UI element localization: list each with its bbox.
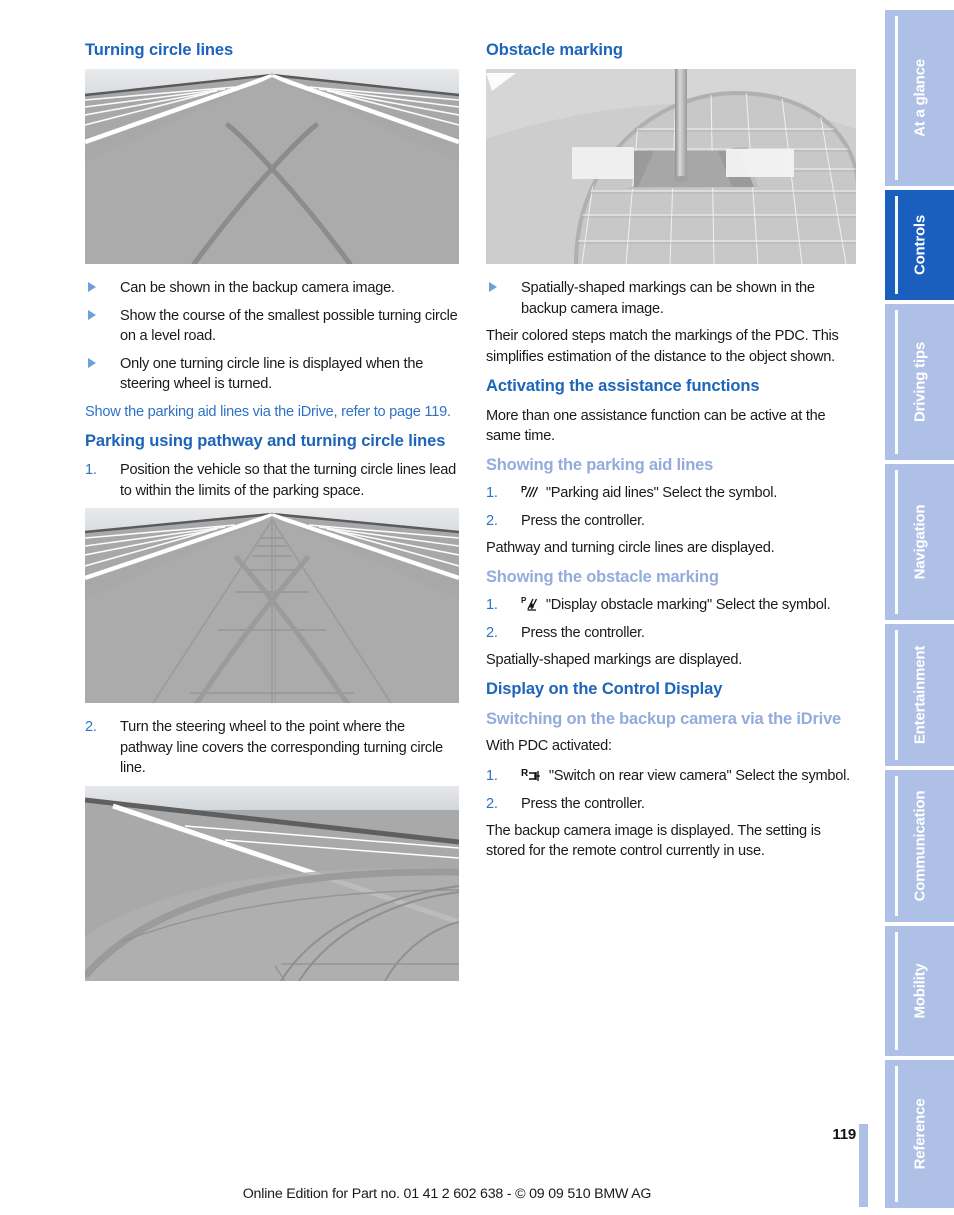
sidebar-item-label: At a glance xyxy=(911,59,928,137)
step-number: 2. xyxy=(486,796,498,813)
parking-aid-lines-symbol-icon: P xyxy=(521,484,539,505)
paragraph-more-than-one: More than one assistance function can be… xyxy=(486,407,826,445)
list-item: 2. Turn the steering wheel to the point … xyxy=(85,717,459,778)
parking-aid-steps: 1. P "Parking aid lines" Select the symb… xyxy=(486,483,860,532)
tab-edge-marker xyxy=(895,310,898,454)
sidebar-item-label: Entertainment xyxy=(911,645,928,745)
list-item: 2. Press the controller. xyxy=(486,511,860,531)
list-item: Can be shown in the backup camera image. xyxy=(85,278,459,298)
sidebar-item-controls[interactable]: Controls xyxy=(885,190,954,300)
list-item: 1. P "Parking aid lines" Select the symb… xyxy=(486,483,860,505)
list-item: Spatially-shaped markings can be shown i… xyxy=(486,278,860,319)
sidebar-item-label: Communication xyxy=(911,790,928,902)
obstacle-marking-symbol-icon: P xyxy=(521,596,538,617)
figure-obstacle-marking xyxy=(486,69,856,265)
figure-pathway-and-turning-circle xyxy=(85,508,459,704)
tab-edge-marker xyxy=(895,932,898,1050)
triangle-bullet-icon xyxy=(88,282,96,293)
list-item: 1. R "Switch on rear view camera" Select… xyxy=(486,766,860,788)
sidebar-item-entertainment[interactable]: Entertainment xyxy=(885,624,954,766)
footer-line: Online Edition for Part no. 01 41 2 602 … xyxy=(0,1186,954,1202)
step-number: 1. xyxy=(486,485,498,502)
sidebar-item-label: Controls xyxy=(911,214,928,276)
tab-edge-marker xyxy=(895,196,898,294)
bullet-text: Can be shown in the backup camera image. xyxy=(120,280,395,297)
step-text: "Parking aid lines" Select the symbol. xyxy=(545,485,778,502)
paragraph-with-pdc-activated: With PDC activated: xyxy=(486,738,612,755)
step-number: 2. xyxy=(486,625,498,642)
obstacle-bullet-list: Spatially-shaped markings can be shown i… xyxy=(486,278,860,319)
sidebar-item-label: Mobility xyxy=(911,963,928,1019)
triangle-bullet-icon xyxy=(88,309,96,320)
step-number: 2. xyxy=(85,719,97,736)
tab-edge-marker xyxy=(895,16,898,180)
turning-circle-bullet-list: Can be shown in the backup camera image.… xyxy=(85,278,459,394)
step-number: 1. xyxy=(486,767,498,784)
parking-steps-2: 2. Turn the steering wheel to the point … xyxy=(85,717,459,778)
step-text: Turn the steering wheel to the point whe… xyxy=(120,719,443,777)
list-item: 1. P "Display obstacle marking" Select t… xyxy=(486,595,860,617)
obstacle-marking-steps: 1. P "Display obstacle marking" Select t… xyxy=(486,595,860,644)
sidebar-item-label: Driving tips xyxy=(911,341,928,423)
heading-obstacle-marking: Obstacle marking xyxy=(486,41,623,59)
sidebar-item-label: Reference xyxy=(911,1098,928,1170)
list-item: 1. Position the vehicle so that the turn… xyxy=(85,460,459,501)
figure-turning-circle-lines xyxy=(85,69,459,265)
tab-edge-marker xyxy=(895,630,898,760)
step-text: Press the controller. xyxy=(521,513,645,530)
sidebar-item-navigation[interactable]: Navigation xyxy=(885,464,954,620)
figure-pathway-covers-turning-circle xyxy=(85,785,459,981)
list-item: 2. Press the controller. xyxy=(486,794,860,814)
step-number: 1. xyxy=(486,596,498,613)
sidebar-item-label: Navigation xyxy=(911,504,928,580)
parking-aid-result: Pathway and turning circle lines are dis… xyxy=(486,539,775,556)
tab-edge-marker xyxy=(895,470,898,614)
heading-turning-circle-lines: Turning circle lines xyxy=(85,41,234,59)
bullet-text: Only one turning circle line is displaye… xyxy=(120,355,424,393)
sidebar-item-at-a-glance[interactable]: At a glance xyxy=(885,10,954,186)
sidebar-item-mobility[interactable]: Mobility xyxy=(885,926,954,1056)
step-number: 1. xyxy=(85,462,97,479)
tab-edge-marker xyxy=(895,776,898,916)
paragraph-colored-steps: Their colored steps match the markings o… xyxy=(486,328,839,365)
step-text: Position the vehicle so that the turning… xyxy=(120,462,456,499)
svg-text:P: P xyxy=(521,596,527,605)
heading-activating-assistance-functions: Activating the assistance functions xyxy=(486,377,760,396)
footer-text: Online Edition for Part no. 01 41 2 602 … xyxy=(242,1186,652,1202)
backup-camera-result: The backup camera image is displayed. Th… xyxy=(486,822,821,859)
svg-text:R: R xyxy=(521,768,529,779)
list-item: Only one turning circle line is displaye… xyxy=(85,354,459,395)
bullet-text: Spatially-shaped markings can be shown i… xyxy=(521,280,815,317)
step-text: "Display obstacle marking" Select the sy… xyxy=(545,596,831,613)
chapter-tab-rail: At a glance Controls Driving tips Naviga… xyxy=(885,0,954,1215)
sidebar-item-communication[interactable]: Communication xyxy=(885,770,954,922)
list-item: Show the course of the smallest possible… xyxy=(85,306,459,347)
rear-view-camera-symbol-icon: R xyxy=(521,767,541,788)
triangle-bullet-icon xyxy=(88,357,96,368)
step-number: 2. xyxy=(486,513,498,530)
manual-page: Turning circle lines Can be shown in the… xyxy=(0,0,954,1215)
backup-camera-steps: 1. R "Switch on rear view camera" Select… xyxy=(486,766,860,815)
step-text: Press the controller. xyxy=(521,625,645,642)
svg-text:P: P xyxy=(521,485,527,495)
heading-switching-on-backup-camera: Switching on the backup camera via the i… xyxy=(486,709,842,728)
obstacle-marking-result: Spatially-shaped markings are displayed. xyxy=(486,651,743,668)
cross-reference-link[interactable]: Show the parking aid lines via the iDriv… xyxy=(85,402,459,422)
left-column: Turning circle lines Can be shown in the… xyxy=(85,40,459,995)
heading-parking-using-pathway: Parking using pathway and turning circle… xyxy=(85,431,446,450)
right-column: Obstacle marking Spatially-shaped markin… xyxy=(486,40,860,870)
sidebar-item-driving-tips[interactable]: Driving tips xyxy=(885,304,954,460)
step-text: "Switch on rear view camera" Select the … xyxy=(548,767,850,784)
heading-showing-obstacle-marking: Showing the obstacle marking xyxy=(486,568,719,587)
heading-display-on-control-display: Display on the Control Display xyxy=(486,680,723,699)
step-text: Press the controller. xyxy=(521,796,645,813)
parking-steps-1: 1. Position the vehicle so that the turn… xyxy=(85,460,459,501)
list-item: 2. Press the controller. xyxy=(486,623,860,643)
bullet-text: Show the course of the smallest possible… xyxy=(120,307,458,345)
heading-showing-parking-aid-lines: Showing the parking aid lines xyxy=(486,456,714,475)
page-number: 119 xyxy=(832,1126,856,1143)
triangle-bullet-icon xyxy=(489,282,497,293)
tab-edge-marker xyxy=(895,1066,898,1202)
